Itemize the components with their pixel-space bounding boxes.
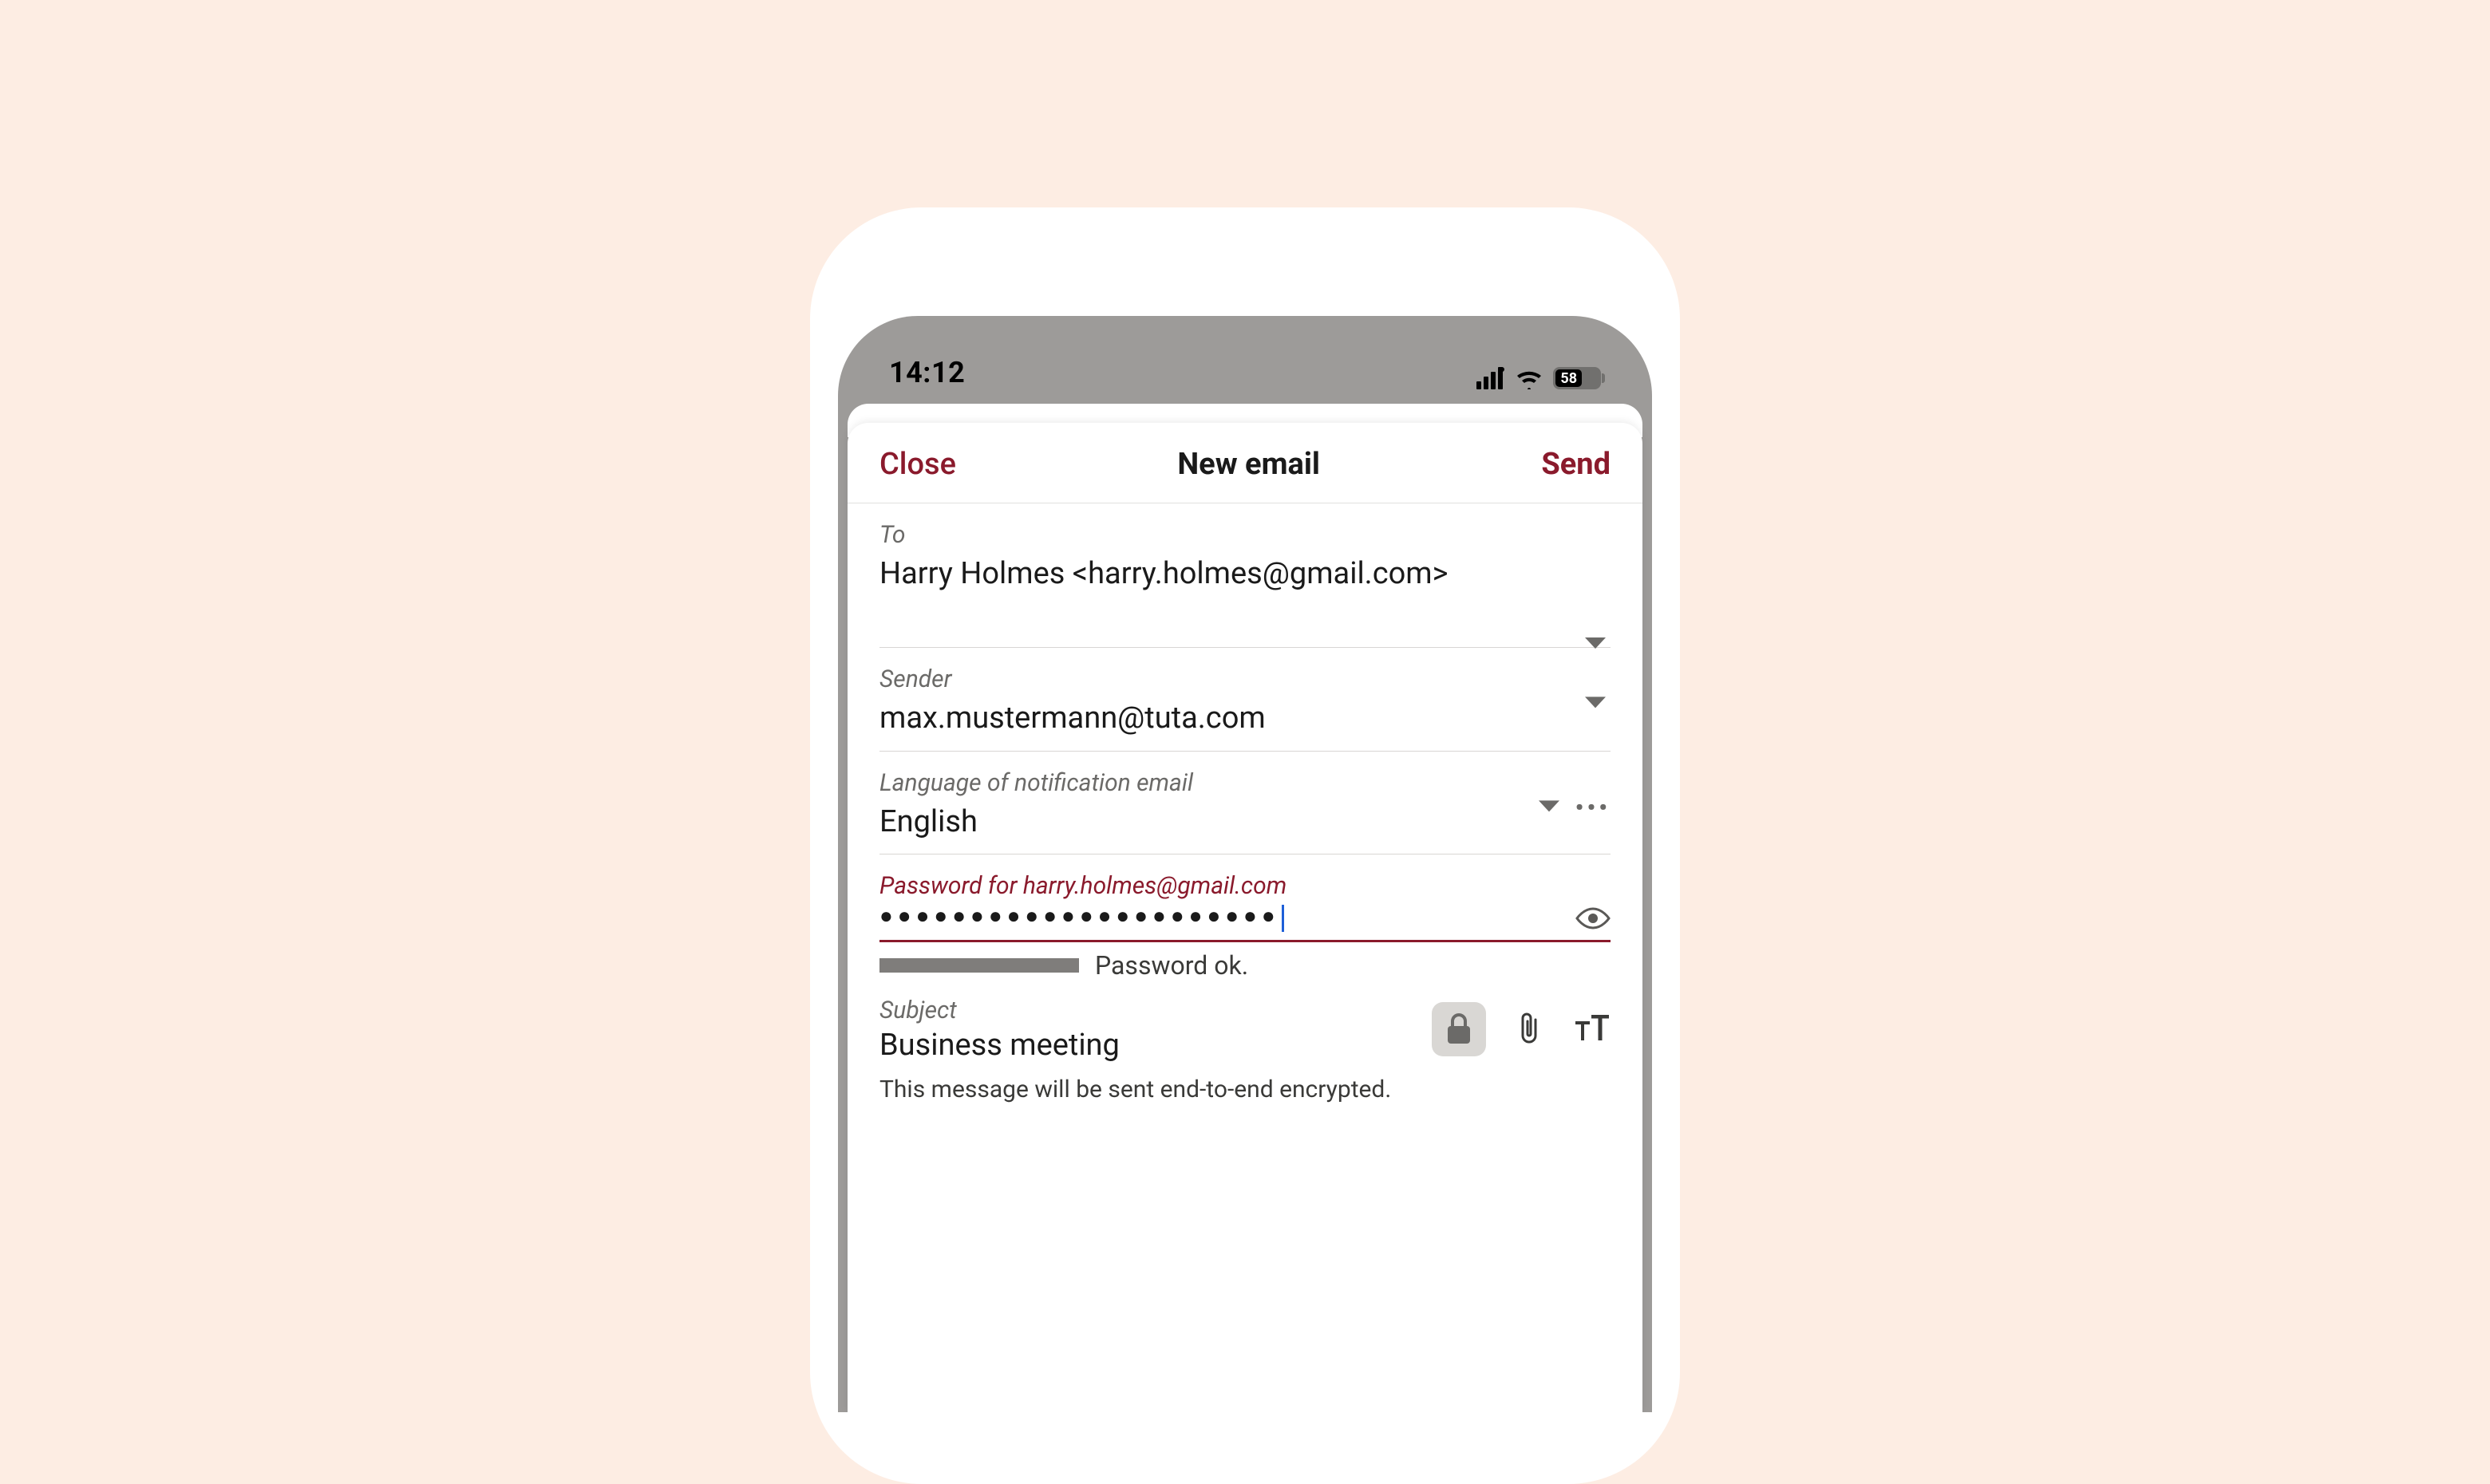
to-label: To xyxy=(879,521,1611,549)
battery-icon: 58 xyxy=(1553,367,1601,389)
status-icons: 58 xyxy=(1476,367,1601,389)
close-button[interactable]: Close xyxy=(879,447,956,482)
to-field[interactable]: To Harry Holmes <harry.holmes@gmail.com> xyxy=(879,503,1611,648)
subject-label: Subject xyxy=(879,997,1432,1024)
subject-field[interactable]: Subject Business meeting xyxy=(879,985,1611,1063)
language-field[interactable]: Language of notification email English •… xyxy=(879,752,1611,854)
attachment-icon[interactable] xyxy=(1510,1010,1548,1048)
send-button[interactable]: Send xyxy=(1541,447,1611,482)
phone-frame: 14:12 58 Close New email Send xyxy=(838,316,1652,1412)
battery-level: 58 xyxy=(1555,369,1582,387)
password-strength-row: Password ok. xyxy=(879,942,1611,985)
sheet-title: New email xyxy=(1177,447,1320,482)
status-bar: 14:12 58 xyxy=(838,316,1652,404)
reveal-password-icon[interactable] xyxy=(1575,906,1611,931)
language-label: Language of notification email xyxy=(879,769,1611,797)
password-strength-bar xyxy=(879,958,1079,973)
wifi-icon xyxy=(1515,367,1543,389)
language-value: English xyxy=(879,802,1611,843)
encryption-lock-icon[interactable] xyxy=(1432,1002,1486,1056)
sender-label: Sender xyxy=(879,665,1611,693)
sheet-header: Close New email Send xyxy=(848,423,1642,503)
language-dropdown-icon[interactable] xyxy=(1537,797,1561,815)
language-more-icon[interactable]: ••• xyxy=(1575,794,1611,822)
to-value: Harry Holmes <harry.holmes@gmail.com> xyxy=(879,554,1611,594)
encryption-note: This message will be sent end-to-end enc… xyxy=(879,1063,1611,1135)
password-field[interactable]: Password for harry.holmes@gmail.com ●●●●… xyxy=(879,854,1611,942)
text-cursor xyxy=(1282,905,1284,932)
password-input[interactable]: ●●●●●●●●●●●●●●●●●●●●●● xyxy=(879,905,1284,932)
text-format-icon[interactable] xyxy=(1572,1010,1611,1048)
compose-sheet: Close New email Send To Harry Holmes <ha… xyxy=(848,423,1642,1412)
subject-input[interactable]: Business meeting xyxy=(879,1028,1432,1063)
sender-field[interactable]: Sender max.mustermann@tuta.com xyxy=(879,648,1611,751)
sender-value: max.mustermann@tuta.com xyxy=(879,698,1611,739)
sender-dropdown-icon[interactable] xyxy=(1583,694,1607,712)
cellular-icon xyxy=(1476,367,1505,389)
password-label: Password for harry.holmes@gmail.com xyxy=(879,872,1611,900)
password-masked-value: ●●●●●●●●●●●●●●●●●●●●●● xyxy=(879,906,1280,930)
status-time: 14:12 xyxy=(889,356,965,389)
password-strength-text: Password ok. xyxy=(1095,950,1248,981)
compose-form: To Harry Holmes <harry.holmes@gmail.com>… xyxy=(848,503,1642,1135)
